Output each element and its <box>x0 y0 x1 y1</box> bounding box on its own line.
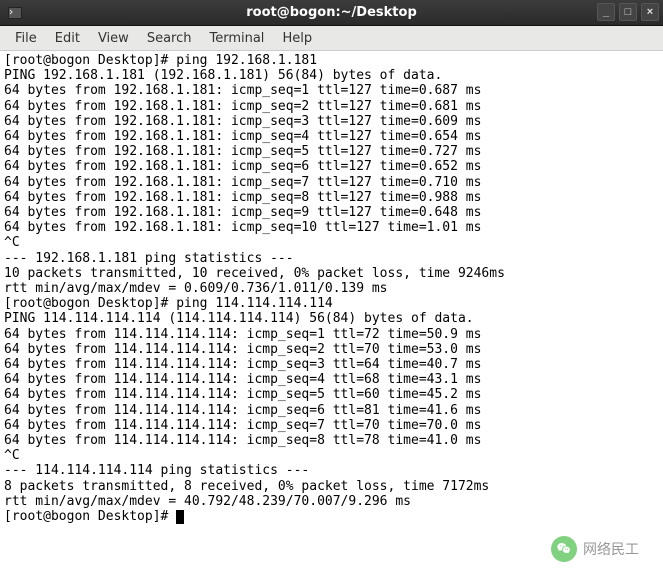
watermark: 网络民工 <box>551 536 639 562</box>
menubar: File Edit View Search Terminal Help <box>0 26 663 51</box>
ctrl-c: ^C <box>4 448 20 463</box>
prompt: [root@bogon Desktop]# <box>4 53 176 68</box>
terminal-output[interactable]: [root@bogon Desktop]# ping 192.168.1.181… <box>0 51 663 586</box>
menu-edit[interactable]: Edit <box>46 28 89 49</box>
ping1-row: 64 bytes from 192.168.1.181: icmp_seq=9 … <box>4 205 481 220</box>
ping1-row: 64 bytes from 192.168.1.181: icmp_seq=6 … <box>4 159 481 174</box>
stats1-summary: 10 packets transmitted, 10 received, 0% … <box>4 266 505 281</box>
ping2-row: 64 bytes from 114.114.114.114: icmp_seq=… <box>4 433 481 448</box>
prompt-line: [root@bogon Desktop]# <box>4 509 184 524</box>
minimize-button[interactable]: _ <box>597 3 615 21</box>
terminal-icon <box>6 4 24 22</box>
ping1-row: 64 bytes from 192.168.1.181: icmp_seq=10… <box>4 220 481 235</box>
stats1-header: --- 192.168.1.181 ping statistics --- <box>4 251 294 266</box>
ping2-header: PING 114.114.114.114 (114.114.114.114) 5… <box>4 311 474 326</box>
ping2-row: 64 bytes from 114.114.114.114: icmp_seq=… <box>4 372 481 387</box>
ping1-row: 64 bytes from 192.168.1.181: icmp_seq=5 … <box>4 144 481 159</box>
prompt: [root@bogon Desktop]# <box>4 296 176 311</box>
cursor <box>176 510 184 524</box>
ping2-row: 64 bytes from 114.114.114.114: icmp_seq=… <box>4 342 481 357</box>
ping1-row: 64 bytes from 192.168.1.181: icmp_seq=7 … <box>4 175 481 190</box>
wechat-icon <box>551 536 577 562</box>
watermark-text: 网络民工 <box>583 539 639 559</box>
ping1-row: 64 bytes from 192.168.1.181: icmp_seq=4 … <box>4 129 481 144</box>
stats2-summary: 8 packets transmitted, 8 received, 0% pa… <box>4 479 489 494</box>
command-2: ping 114.114.114.114 <box>176 296 333 311</box>
maximize-button[interactable]: □ <box>619 3 637 21</box>
window-controls: _ □ × <box>597 3 659 21</box>
ping2-row: 64 bytes from 114.114.114.114: icmp_seq=… <box>4 387 481 402</box>
ctrl-c: ^C <box>4 235 20 250</box>
ping1-header: PING 192.168.1.181 (192.168.1.181) 56(84… <box>4 68 442 83</box>
ping2-row: 64 bytes from 114.114.114.114: icmp_seq=… <box>4 357 481 372</box>
ping1-row: 64 bytes from 192.168.1.181: icmp_seq=2 … <box>4 99 481 114</box>
stats1-rtt: rtt min/avg/max/mdev = 0.609/0.736/1.011… <box>4 281 388 296</box>
menu-search[interactable]: Search <box>138 28 201 49</box>
menu-view[interactable]: View <box>89 28 138 49</box>
command-1: ping 192.168.1.181 <box>176 53 317 68</box>
ping2-row: 64 bytes from 114.114.114.114: icmp_seq=… <box>4 403 481 418</box>
stats2-header: --- 114.114.114.114 ping statistics --- <box>4 463 309 478</box>
stats2-rtt: rtt min/avg/max/mdev = 40.792/48.239/70.… <box>4 494 411 509</box>
ping2-row: 64 bytes from 114.114.114.114: icmp_seq=… <box>4 327 481 342</box>
window-title: root@bogon:~/Desktop <box>246 5 417 20</box>
ping1-row: 64 bytes from 192.168.1.181: icmp_seq=8 … <box>4 190 481 205</box>
titlebar: root@bogon:~/Desktop _ □ × <box>0 0 663 26</box>
close-button[interactable]: × <box>641 3 659 21</box>
ping1-row: 64 bytes from 192.168.1.181: icmp_seq=1 … <box>4 83 481 98</box>
menu-file[interactable]: File <box>6 28 46 49</box>
menu-terminal[interactable]: Terminal <box>200 28 273 49</box>
ping1-row: 64 bytes from 192.168.1.181: icmp_seq=3 … <box>4 114 481 129</box>
prompt-line: [root@bogon Desktop]# ping 114.114.114.1… <box>4 296 333 311</box>
menu-help[interactable]: Help <box>273 28 321 49</box>
prompt-line: [root@bogon Desktop]# ping 192.168.1.181 <box>4 53 317 68</box>
prompt: [root@bogon Desktop]# <box>4 509 176 524</box>
ping2-row: 64 bytes from 114.114.114.114: icmp_seq=… <box>4 418 481 433</box>
